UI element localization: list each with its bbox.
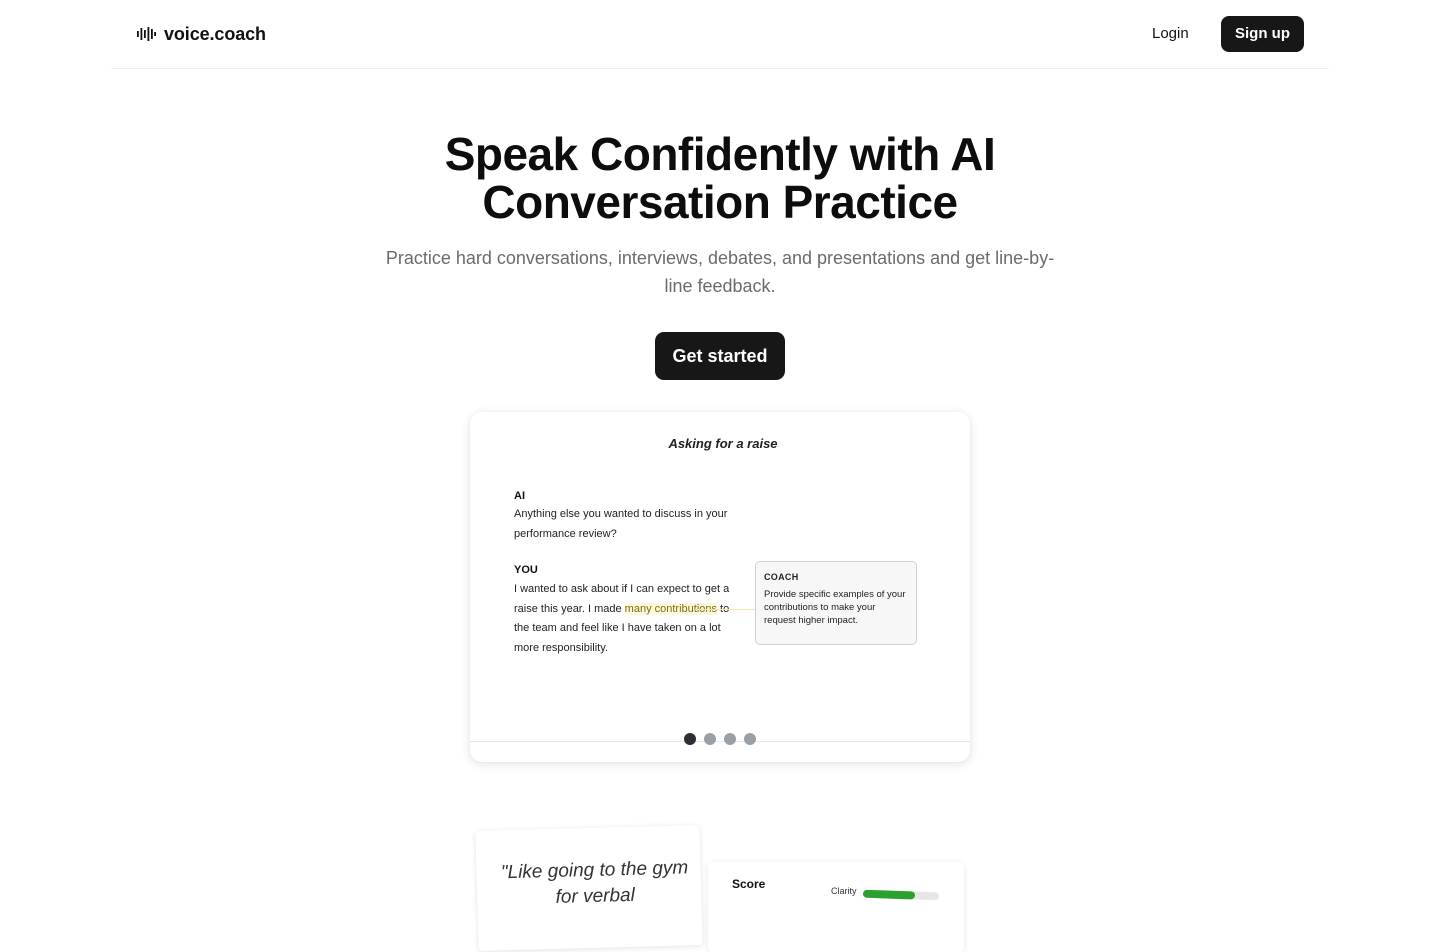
- coach-feedback-box: COACH Provide specific examples of your …: [755, 561, 917, 645]
- scenario-title: Asking for a raise: [668, 436, 778, 451]
- user-message: I wanted to ask about if I can expect to…: [514, 580, 734, 658]
- clarity-bar: [862, 889, 940, 901]
- brand-name: voice.coach: [164, 23, 266, 44]
- user-speaker-label: YOU: [514, 564, 538, 576]
- carousel-dot[interactable]: [744, 733, 756, 745]
- sound-wave-icon: [137, 27, 156, 41]
- ai-message: Anything else you wanted to discuss in y…: [514, 508, 728, 540]
- clarity-label: Clarity: [831, 886, 857, 896]
- coach-feedback-text: Provide specific examples of your contri…: [764, 589, 906, 626]
- hero-title: Speak Confidently with AI Conversation P…: [444, 128, 996, 228]
- carousel-dot[interactable]: [724, 733, 736, 745]
- brand-logo[interactable]: voice.coach: [137, 22, 266, 46]
- demo-carousel-card: Asking for a raise AI Anything else you …: [470, 412, 970, 762]
- login-link[interactable]: Login: [1152, 20, 1189, 48]
- coach-label: COACH: [764, 572, 799, 582]
- testimonial-card: "Like going to the gym for verbal: [475, 825, 703, 951]
- get-started-button[interactable]: Get started: [655, 332, 785, 380]
- signup-button[interactable]: Sign up: [1221, 16, 1304, 52]
- score-title: Score: [732, 877, 766, 891]
- carousel-pagination: [684, 733, 756, 745]
- feedback-connector-line: [695, 609, 755, 610]
- testimonial-quote: "Like going to the gym for verbal: [500, 857, 689, 908]
- clarity-bar-fill: [862, 889, 915, 900]
- carousel-dot[interactable]: [684, 733, 696, 745]
- hero-subtitle: Practice hard conversations, interviews,…: [385, 248, 1055, 296]
- top-navbar: voice.coach Login Sign up: [111, 0, 1329, 69]
- ai-speaker-label: AI: [514, 490, 525, 502]
- score-card: Score Clarity: [708, 862, 964, 952]
- carousel-dot[interactable]: [704, 733, 716, 745]
